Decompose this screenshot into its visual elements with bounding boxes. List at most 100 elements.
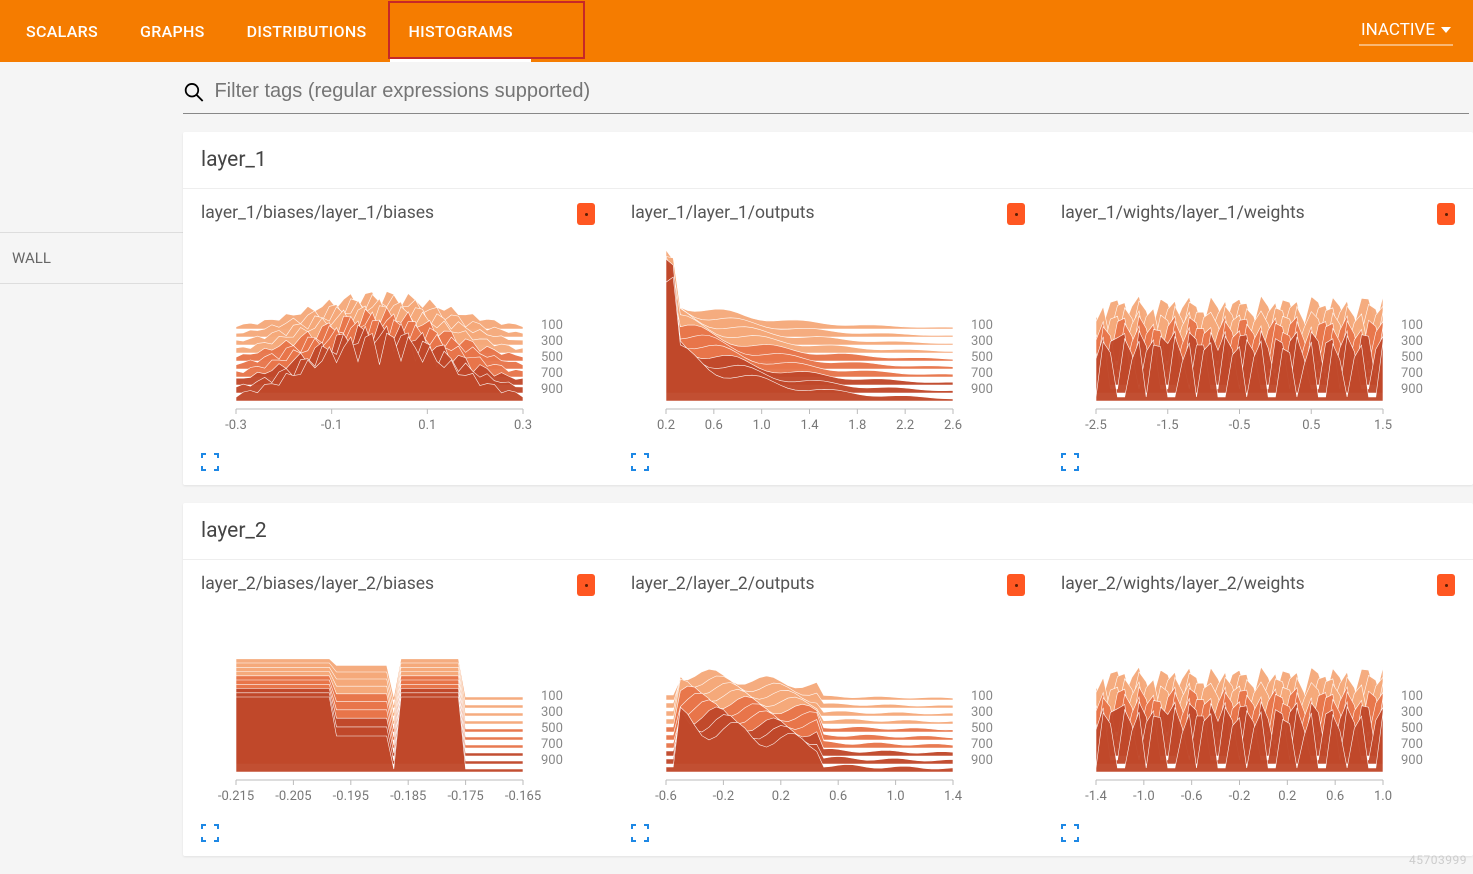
tab-distributions[interactable]: DISTRIBUTIONS [241,0,373,62]
svg-text:-1.0: -1.0 [1133,789,1155,804]
svg-text:1.0: 1.0 [753,418,771,433]
svg-text:1.8: 1.8 [848,418,866,433]
svg-text:100: 100 [971,318,993,333]
watermark: 45703999 [1409,853,1467,867]
svg-text:1.0: 1.0 [887,789,905,804]
svg-text:-0.165: -0.165 [505,789,541,804]
histogram-card: layer_1/wights/layer_1/weights1003005007… [1061,203,1455,475]
tab-graphs[interactable]: GRAPHS [134,0,211,62]
svg-text:300: 300 [541,705,563,720]
svg-text:-0.175: -0.175 [447,789,483,804]
svg-text:0.6: 0.6 [705,418,723,433]
card-title: layer_1/layer_1/outputs [631,203,815,223]
svg-text:0.3: 0.3 [514,418,532,433]
histogram-plot: 100300500700900-0.3-0.10.10.3 [201,231,595,447]
group-header[interactable]: layer_1 [183,132,1473,189]
card-badge-button[interactable] [1437,574,1455,596]
svg-text:1.0: 1.0 [1374,789,1392,804]
expand-icon[interactable] [1061,453,1079,471]
svg-text:700: 700 [1401,737,1423,752]
inactive-dropdown-label: INACTIVE [1361,20,1435,40]
group-header[interactable]: layer_2 [183,503,1473,560]
svg-text:300: 300 [971,705,993,720]
card-title: layer_2/biases/layer_2/biases [201,574,434,594]
svg-text:700: 700 [971,737,993,752]
histogram-card: layer_1/biases/layer_1/biases10030050070… [201,203,595,475]
svg-text:1.5: 1.5 [1374,418,1392,433]
svg-text:900: 900 [1401,753,1423,768]
histogram-card: layer_2/biases/layer_2/biases10030050070… [201,574,595,846]
svg-text:100: 100 [1401,689,1423,704]
cards-row: layer_1/biases/layer_1/biases10030050070… [183,189,1473,485]
svg-text:500: 500 [541,721,563,736]
svg-text:500: 500 [1401,350,1423,365]
svg-text:900: 900 [971,753,993,768]
histogram-plot: 100300500700900-1.4-1.0-0.6-0.20.20.61.0 [1061,602,1455,818]
svg-text:-1.5: -1.5 [1157,418,1179,433]
expand-icon[interactable] [631,453,649,471]
svg-text:300: 300 [1401,705,1423,720]
tab-list: SCALARS GRAPHS DISTRIBUTIONS HISTOGRAMS [20,0,519,62]
svg-text:700: 700 [971,366,993,381]
svg-text:-0.195: -0.195 [333,789,369,804]
svg-text:-0.5: -0.5 [1229,418,1251,433]
search-icon [183,81,204,103]
svg-text:0.2: 0.2 [772,789,790,804]
cards-row: layer_2/biases/layer_2/biases10030050070… [183,560,1473,856]
filter-bar [183,76,1469,114]
card-badge-button[interactable] [1007,574,1025,596]
histogram-plot: 100300500700900-2.5-1.5-0.50.51.5 [1061,231,1455,447]
svg-text:1.4: 1.4 [944,789,963,804]
histogram-plot: 100300500700900-0.215-0.205-0.195-0.185-… [201,602,595,818]
svg-text:0.1: 0.1 [418,418,436,433]
expand-icon[interactable] [1061,824,1079,842]
svg-text:300: 300 [1401,334,1423,349]
top-toolbar: SCALARS GRAPHS DISTRIBUTIONS HISTOGRAMS INA… [0,0,1473,62]
svg-text:-0.6: -0.6 [1181,789,1203,804]
svg-text:-2.5: -2.5 [1085,418,1107,433]
card-badge-button[interactable] [1437,203,1455,225]
card-badge-button[interactable] [577,203,595,225]
card-title: layer_2/wights/layer_2/weights [1061,574,1305,594]
svg-text:900: 900 [541,753,563,768]
svg-text:-0.3: -0.3 [225,418,247,433]
svg-text:100: 100 [1401,318,1423,333]
svg-text:-0.2: -0.2 [1229,789,1251,804]
svg-text:500: 500 [971,350,993,365]
histogram-plot: 1003005007009000.20.61.01.41.82.22.6 [631,231,1025,447]
svg-text:-0.1: -0.1 [321,418,343,433]
card-badge-button[interactable] [1007,203,1025,225]
svg-text:100: 100 [971,689,993,704]
tab-scalars[interactable]: SCALARS [20,0,104,62]
histogram-plot: 100300500700900 -0.6 -0.2 0.2 0.6 1.0 1.4 [631,602,1025,818]
svg-text:900: 900 [1401,382,1423,397]
filter-input[interactable] [214,80,1469,103]
svg-text:700: 700 [1401,366,1423,381]
histogram-card: layer_1/layer_1/outputs1003005007009000.… [631,203,1025,475]
expand-icon[interactable] [201,453,219,471]
inactive-dropdown[interactable]: INACTIVE [1359,16,1453,46]
main-panel: layer_1 layer_1/biases/layer_1/biases1003… [183,62,1473,874]
svg-text:300: 300 [541,334,563,349]
expand-icon[interactable] [631,824,649,842]
svg-text:-0.185: -0.185 [390,789,426,804]
svg-text:500: 500 [1401,721,1423,736]
histogram-card: layer_2/layer_2/outputs 100300500700900 -0… [631,574,1025,846]
svg-text:-0.215: -0.215 [218,789,254,804]
tab-histograms[interactable]: HISTOGRAMS [402,0,518,62]
svg-text:-1.4: -1.4 [1085,789,1107,804]
group-layer_2: layer_2layer_2/biases/layer_2/biases1003… [183,503,1473,856]
card-badge-button[interactable] [577,574,595,596]
sidebar-item-wall[interactable]: WALL [0,232,183,284]
svg-text:0.6: 0.6 [829,789,847,804]
svg-text:2.2: 2.2 [896,418,914,433]
svg-text:0.2: 0.2 [1278,789,1296,804]
svg-text:500: 500 [971,721,993,736]
svg-text:-0.6: -0.6 [655,789,677,804]
card-title: layer_2/layer_2/outputs [631,574,815,594]
svg-text:700: 700 [541,737,563,752]
expand-icon[interactable] [201,824,219,842]
svg-text:2.6: 2.6 [944,418,962,433]
svg-text:-0.2: -0.2 [713,789,735,804]
svg-text:700: 700 [541,366,563,381]
